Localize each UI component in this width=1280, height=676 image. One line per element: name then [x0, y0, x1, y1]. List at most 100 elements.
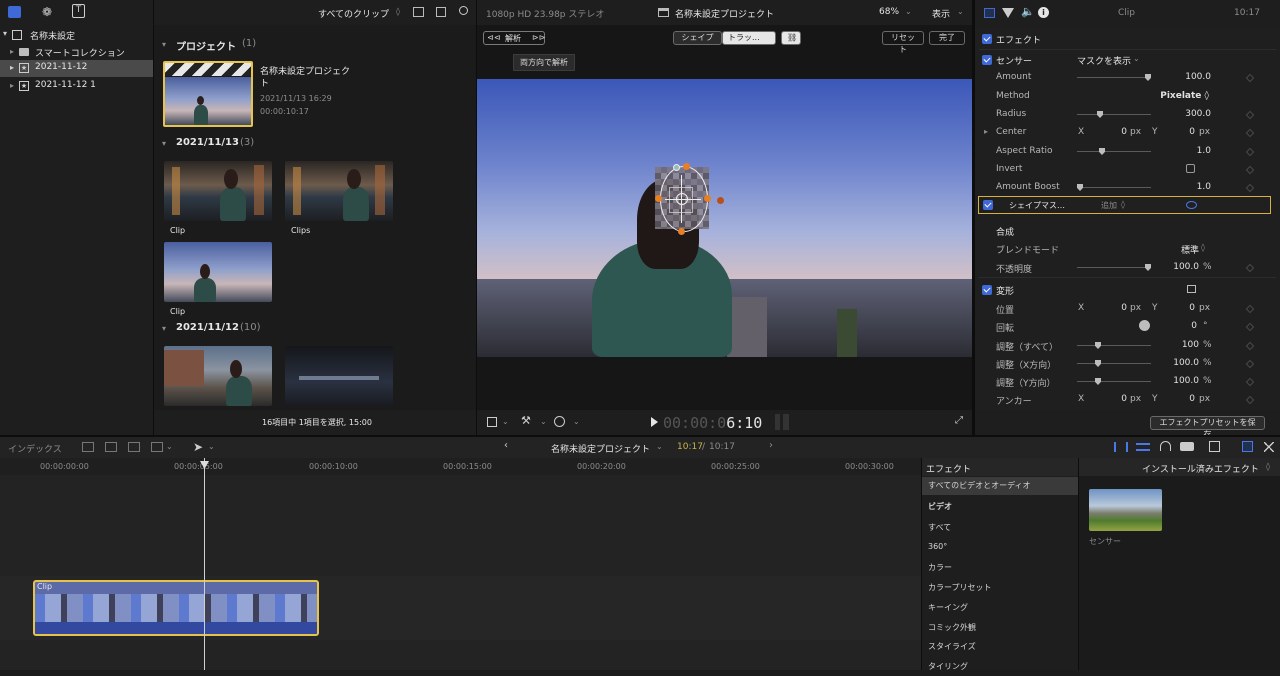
titles-generators-icon[interactable]: T: [72, 4, 85, 18]
keyframe-icon[interactable]: [1245, 183, 1255, 193]
info-icon[interactable]: i: [1038, 7, 1049, 18]
category-tiling[interactable]: タイリング: [922, 658, 1078, 676]
scale-x-slider[interactable]: [1077, 360, 1151, 367]
append-clip-icon[interactable]: [128, 442, 140, 452]
link-icon[interactable]: ⛓: [781, 31, 801, 45]
sidebar-item-smart-collections[interactable]: ▸ スマートコレクション: [0, 44, 153, 60]
amount-boost-slider[interactable]: [1077, 184, 1151, 191]
slider-knob[interactable]: [1145, 74, 1151, 81]
filmstrip-view-icon[interactable]: [413, 7, 424, 17]
shape-mask-row[interactable]: シェイプマス… 追加 ◊: [978, 196, 1271, 214]
clip-filter-dropdown[interactable]: すべてのクリップ: [318, 7, 389, 20]
transitions-browser-icon[interactable]: [1264, 442, 1274, 452]
mask-handle[interactable]: [704, 195, 711, 202]
mask-rotation-handle[interactable]: [673, 164, 680, 171]
clip-appearance-icon[interactable]: [436, 7, 446, 17]
keyframe-icon[interactable]: [1245, 165, 1255, 175]
enhance-icon[interactable]: ⚒: [521, 414, 531, 427]
category-video[interactable]: ビデオ: [922, 498, 1078, 516]
keyframe-icon[interactable]: [1245, 128, 1255, 138]
analyze-forward-icon[interactable]: ⊳⊳: [532, 33, 545, 42]
clip-thumbnail[interactable]: [164, 161, 272, 221]
connect-clip-icon[interactable]: [82, 442, 94, 452]
done-button[interactable]: 完了: [929, 31, 965, 45]
analyze-button[interactable]: 解析: [505, 33, 521, 44]
reset-button[interactable]: リセット: [882, 31, 924, 54]
category-comic-looks[interactable]: コミック外観: [922, 619, 1078, 637]
slider-knob[interactable]: [1095, 342, 1101, 349]
clip-thumbnail[interactable]: [285, 346, 393, 406]
keyframe-icon[interactable]: [1245, 359, 1255, 369]
timeline-ruler[interactable]: 00:00:00:00 00:00:05:00 00:00:10:00 00:0…: [0, 458, 921, 475]
timecode-display[interactable]: 00:00:06:10: [663, 414, 762, 432]
invert-checkbox[interactable]: [1186, 164, 1195, 173]
keyframe-icon[interactable]: [1245, 377, 1255, 387]
radius-slider[interactable]: [1077, 111, 1151, 118]
category-keying[interactable]: キーイング: [922, 599, 1078, 617]
clip-thumbnail[interactable]: [285, 161, 393, 221]
timeline-project-title[interactable]: 名称未設定プロジェクト: [551, 442, 650, 455]
censor-checkbox[interactable]: [982, 55, 992, 65]
display-dropdown[interactable]: 表示: [932, 7, 950, 20]
mask-handle[interactable]: [655, 195, 662, 202]
sidebar-item-event-2021-11-12-1[interactable]: ▸ ★ 2021-11-12 1: [0, 78, 153, 94]
keyframe-icon[interactable]: [1245, 110, 1255, 120]
slider-knob[interactable]: [1099, 148, 1105, 155]
timeline-back-icon[interactable]: ‹: [504, 440, 508, 451]
category-360[interactable]: 360°: [922, 539, 1078, 557]
sidebar-item-event-2021-11-12[interactable]: ▸ ★ 2021-11-12: [0, 60, 153, 77]
play-icon[interactable]: [651, 417, 658, 427]
project-thumbnail[interactable]: [163, 61, 253, 127]
show-mask-dropdown[interactable]: マスクを表示: [1077, 54, 1131, 67]
photos-audio-icon[interactable]: ❁: [42, 5, 52, 19]
analyze-backward-icon[interactable]: ⊲⊲: [487, 33, 500, 42]
keyframe-icon[interactable]: [1245, 304, 1255, 314]
blend-mode-dropdown[interactable]: 標準: [1181, 243, 1199, 256]
clip-thumbnail[interactable]: [164, 242, 272, 302]
keyframe-icon[interactable]: [1245, 263, 1255, 273]
fullscreen-icon[interactable]: ⤢: [955, 415, 963, 426]
scale-y-slider[interactable]: [1077, 378, 1151, 385]
shape-button[interactable]: シェイプ: [673, 31, 722, 45]
overwrite-clip-icon[interactable]: [151, 442, 163, 452]
slider-knob[interactable]: [1097, 111, 1103, 118]
aspect-ratio-slider[interactable]: [1077, 148, 1151, 155]
headphones-icon[interactable]: [1160, 441, 1171, 451]
category-all[interactable]: すべて: [922, 519, 1078, 537]
slider-knob[interactable]: [1095, 360, 1101, 367]
save-effects-preset-button[interactable]: エフェクトプリセットを保存: [1150, 416, 1265, 439]
video-frame[interactable]: [477, 79, 972, 357]
transform-icon[interactable]: [487, 417, 497, 427]
speed-icon[interactable]: [554, 416, 565, 427]
solo-icon[interactable]: [1136, 443, 1150, 451]
select-tool-icon[interactable]: ➤: [193, 440, 203, 454]
mask-handle[interactable]: [683, 163, 690, 170]
clip-thumbnail[interactable]: [164, 346, 272, 406]
audio-skimming-icon[interactable]: [1114, 442, 1128, 452]
category-stylize[interactable]: スタイライズ: [922, 638, 1078, 656]
mask-handle[interactable]: [678, 228, 685, 235]
audio-inspector-icon[interactable]: 🔈: [1021, 5, 1035, 18]
insert-clip-icon[interactable]: [105, 442, 117, 452]
clip-appearance-icon[interactable]: [1209, 441, 1220, 452]
library-root[interactable]: ▾ 名称未設定: [2, 28, 152, 42]
mask-handle[interactable]: [717, 197, 724, 204]
effects-checkbox[interactable]: [982, 34, 992, 44]
snapping-icon[interactable]: [1180, 442, 1194, 451]
installed-effects-dropdown[interactable]: インストール済みエフェクト: [1142, 462, 1259, 475]
video-inspector-icon[interactable]: [984, 8, 995, 18]
effects-browser-icon[interactable]: [1242, 441, 1253, 452]
opacity-slider[interactable]: [1077, 264, 1151, 271]
category-color-presets[interactable]: カラープリセット: [922, 579, 1078, 597]
scale-all-slider[interactable]: [1077, 342, 1151, 349]
category-color[interactable]: カラー: [922, 559, 1078, 577]
timeline-clip[interactable]: Clip: [33, 580, 319, 636]
mask-add-dropdown[interactable]: 追加: [1101, 200, 1117, 211]
zoom-dropdown[interactable]: 68%: [879, 7, 899, 17]
method-dropdown[interactable]: Pixelate ◊: [1145, 91, 1209, 101]
rotation-dial[interactable]: [1139, 320, 1150, 331]
search-icon[interactable]: [459, 6, 468, 15]
keyframe-icon[interactable]: [1245, 147, 1255, 157]
keyframe-icon[interactable]: [1245, 73, 1255, 83]
slider-knob[interactable]: [1145, 264, 1151, 271]
